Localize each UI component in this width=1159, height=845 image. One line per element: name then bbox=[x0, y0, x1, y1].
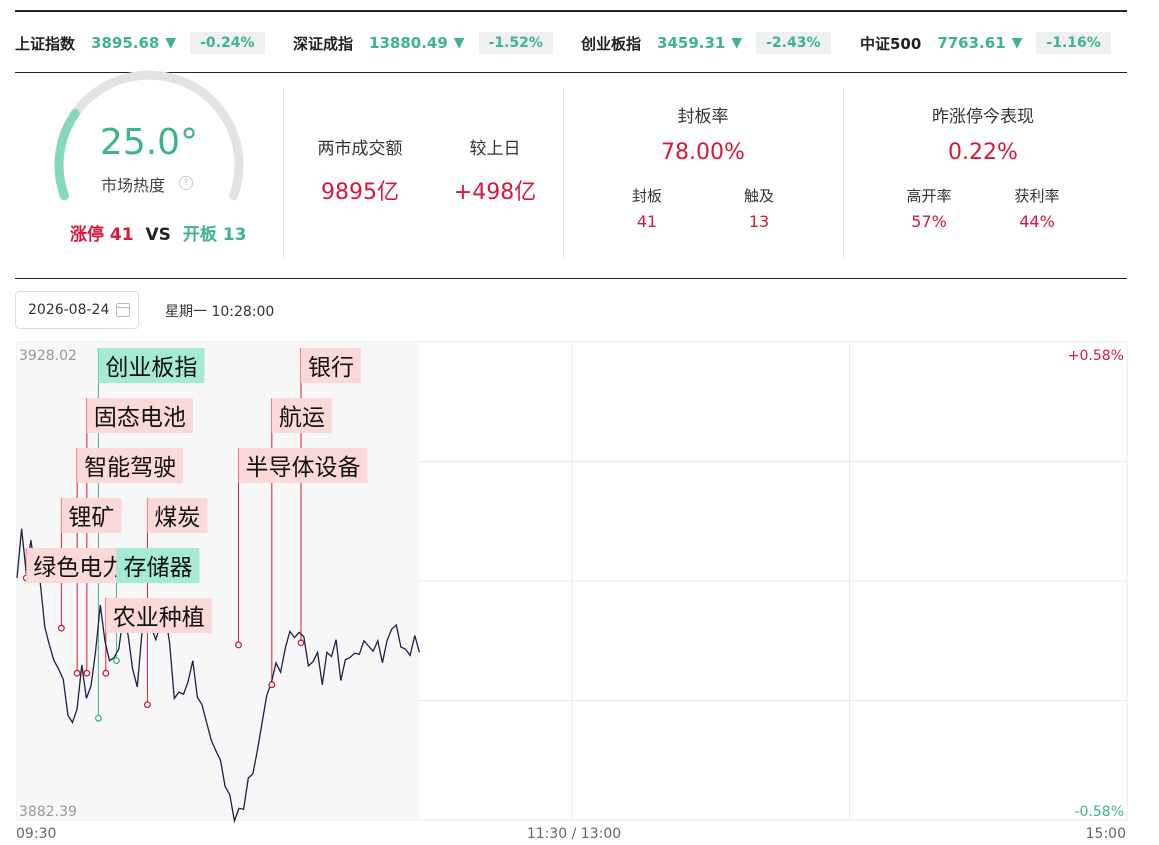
vs-label: VS bbox=[145, 225, 171, 245]
turnover-compare-label: 较上日 bbox=[469, 139, 521, 159]
annotation-point bbox=[83, 669, 91, 677]
index-name: 深证成指 bbox=[293, 34, 354, 53]
divider bbox=[563, 88, 564, 258]
annotation-point bbox=[57, 624, 65, 632]
index-item[interactable]: 深证成指 13880.49 ▼ -1.52% bbox=[293, 30, 553, 56]
x-tick-label: 15:00 bbox=[1086, 826, 1126, 842]
annotation-label: 创业板指 bbox=[105, 355, 197, 381]
sealed-label: 封板 bbox=[631, 187, 662, 205]
y-min-label: 3882.39 bbox=[19, 804, 77, 820]
weekday-time: 星期一 10:28:00 bbox=[165, 304, 275, 320]
annotation-label: 固态电池 bbox=[94, 405, 186, 431]
divider bbox=[283, 88, 284, 258]
touched-value: 13 bbox=[748, 212, 770, 231]
annotation-label: 农业种植 bbox=[113, 605, 205, 631]
annotation-label: 存储器 bbox=[123, 555, 192, 581]
annotation-label: 航运 bbox=[279, 405, 325, 431]
annotation-tag: 智能驾驶 bbox=[77, 448, 184, 483]
gauge-fill bbox=[54, 108, 80, 201]
down-arrow-icon: ▼ bbox=[453, 35, 465, 51]
down-arrow-icon: ▼ bbox=[165, 35, 177, 51]
annotation-tag: 航运 bbox=[271, 398, 332, 433]
index-change-badge: -2.43% bbox=[756, 32, 831, 54]
date-picker[interactable]: 2026-08-24 bbox=[15, 291, 139, 329]
heat-value: 25.0° bbox=[99, 122, 199, 163]
index-value: 13880.49 bbox=[369, 34, 448, 52]
high-open-value: 57% bbox=[911, 212, 947, 231]
pct-max-label: +0.58% bbox=[1068, 348, 1124, 364]
annotation-point bbox=[143, 701, 151, 709]
limit-up-count: 41 bbox=[109, 225, 134, 245]
annotation-label: 智能驾驶 bbox=[84, 455, 176, 481]
annotation-point bbox=[268, 681, 276, 689]
divider bbox=[843, 88, 844, 258]
x-tick-label: 11:30 / 13:00 bbox=[527, 826, 621, 842]
open-board-count: 13 bbox=[222, 225, 247, 245]
seal-rate-value: 78.00% bbox=[661, 140, 745, 165]
y-max-label: 3928.02 bbox=[19, 348, 77, 364]
annotation-tag: 绿色电力 bbox=[26, 548, 133, 583]
high-open-label: 高开率 bbox=[906, 187, 952, 205]
index-change-badge: -0.24% bbox=[190, 32, 265, 54]
annotation-point bbox=[112, 657, 120, 665]
annotation-tag: 固态电池 bbox=[86, 398, 193, 433]
limit-summary: 涨停 41 VS 开板 13 bbox=[70, 220, 246, 245]
x-tick-label: 09:30 bbox=[16, 826, 56, 842]
index-value: 7763.61 bbox=[937, 34, 1006, 52]
annotation-tag: 存储器 bbox=[116, 548, 200, 583]
index-value: 3459.31 bbox=[657, 34, 726, 52]
index-value: 3895.68 bbox=[91, 34, 160, 52]
annotation-label: 银行 bbox=[308, 355, 354, 381]
yesterday-label: 昨涨停今表现 bbox=[932, 107, 1034, 127]
turnover-compare-value: +498亿 bbox=[453, 180, 537, 205]
turnover-value: 9895亿 bbox=[321, 180, 399, 205]
help-icon[interactable]: ? bbox=[179, 176, 193, 190]
down-arrow-icon: ▼ bbox=[731, 35, 743, 51]
annotation-point bbox=[94, 714, 102, 722]
annotation-tag: 锂矿 bbox=[61, 498, 122, 533]
annotation-tag: 煤炭 bbox=[147, 498, 208, 533]
touched-label: 触及 bbox=[743, 187, 774, 205]
seal-rate-label: 封板率 bbox=[677, 107, 729, 127]
index-name: 中证500 bbox=[860, 34, 922, 53]
annotation-point bbox=[73, 669, 81, 677]
sealed-value: 41 bbox=[636, 212, 658, 231]
calendar-icon[interactable] bbox=[116, 303, 131, 317]
annotation-point bbox=[102, 669, 110, 677]
annotation-tag: 创业板指 bbox=[98, 348, 205, 383]
down-arrow-icon: ▼ bbox=[1011, 35, 1023, 51]
annotation-point bbox=[235, 641, 242, 649]
yesterday-value: 0.22% bbox=[948, 140, 1018, 165]
profit-label: 获利率 bbox=[1014, 187, 1060, 205]
index-name: 上证指数 bbox=[15, 34, 76, 53]
pct-min-label: -0.58% bbox=[1074, 804, 1124, 820]
annotation-label: 煤炭 bbox=[154, 505, 200, 531]
index-item[interactable]: 中证500 7763.61 ▼ -1.16% bbox=[860, 30, 1111, 56]
intraday-chart[interactable]: 创业板指固态电池智能驾驶锂矿 煤炭绿色电力存储器农业种植 银行航运半导体设备 392… bbox=[0, 335, 1159, 845]
date-value: 2026-08-24 bbox=[28, 302, 110, 318]
annotation-tag: 农业种植 bbox=[105, 598, 212, 633]
index-change-badge: -1.52% bbox=[478, 32, 553, 54]
market-stats-panel: 25.0° 市场热度 ? 涨停 41 VS 开板 13 两市成交额 9895亿 … bbox=[15, 70, 1127, 279]
annotation-label: 锂矿 bbox=[68, 505, 114, 531]
annotation-label: 半导体设备 bbox=[246, 455, 361, 481]
annotation-tag: 银行 bbox=[300, 348, 361, 383]
turnover-label: 两市成交额 bbox=[317, 139, 403, 159]
heat-label: 市场热度 bbox=[101, 176, 166, 195]
annotation-tag: 半导体设备 bbox=[238, 448, 368, 483]
index-name: 创业板指 bbox=[581, 34, 642, 53]
annotation-label: 绿色电力 bbox=[33, 555, 125, 581]
index-item[interactable]: 创业板指 3459.31 ▼ -2.43% bbox=[581, 30, 831, 56]
annotation-point bbox=[297, 639, 305, 647]
index-bar: 上证指数 3895.68 ▼ -0.24% 深证成指 13880.49 ▼ -1… bbox=[15, 10, 1127, 73]
index-change-badge: -1.16% bbox=[1036, 32, 1111, 54]
open-board-label: 开板 bbox=[182, 225, 217, 245]
limit-up-label: 涨停 bbox=[70, 225, 104, 245]
profit-value: 44% bbox=[1019, 212, 1055, 231]
index-item[interactable]: 上证指数 3895.68 ▼ -0.24% bbox=[15, 30, 265, 56]
